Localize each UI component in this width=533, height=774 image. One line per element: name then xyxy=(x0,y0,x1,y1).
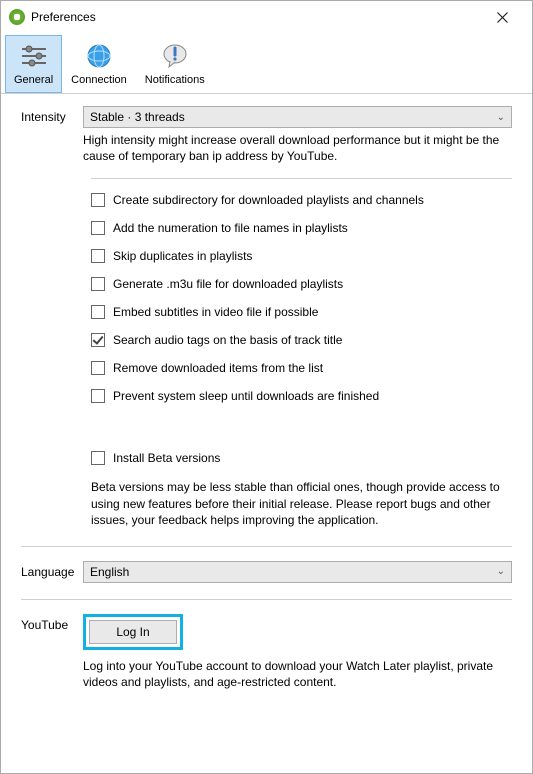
beta-description: Beta versions may be less stable than of… xyxy=(91,479,512,528)
tab-label: Connection xyxy=(71,74,127,86)
dropdown-value: English xyxy=(90,565,129,579)
youtube-description: Log into your YouTube account to downloa… xyxy=(83,658,512,690)
globe-icon xyxy=(83,40,115,72)
check-embed-subtitles[interactable]: Embed subtitles in video file if possibl… xyxy=(91,305,512,319)
checkbox-icon xyxy=(91,389,105,403)
chevron-down-icon: ⌄ xyxy=(497,112,505,123)
check-label: Install Beta versions xyxy=(113,451,220,465)
intensity-label: Intensity xyxy=(21,106,83,124)
chevron-down-icon: ⌄ xyxy=(497,566,505,577)
check-label: Generate .m3u file for downloaded playli… xyxy=(113,277,343,291)
check-label: Embed subtitles in video file if possibl… xyxy=(113,305,318,319)
checkbox-icon xyxy=(91,221,105,235)
checkbox-icon xyxy=(91,249,105,263)
divider xyxy=(91,178,512,179)
check-label: Remove downloaded items from the list xyxy=(113,361,323,375)
checkbox-icon xyxy=(91,451,105,465)
close-icon xyxy=(497,12,508,23)
titlebar: Preferences xyxy=(1,1,532,31)
window-title: Preferences xyxy=(31,10,96,24)
tab-label: Notifications xyxy=(145,74,205,86)
checkbox-icon xyxy=(91,305,105,319)
checkbox-icon xyxy=(91,277,105,291)
check-skip-duplicates[interactable]: Skip duplicates in playlists xyxy=(91,249,512,263)
tab-notifications[interactable]: Notifications xyxy=(136,35,214,93)
tab-connection[interactable]: Connection xyxy=(62,35,136,93)
check-m3u[interactable]: Generate .m3u file for downloaded playli… xyxy=(91,277,512,291)
check-label: Prevent system sleep until downloads are… xyxy=(113,389,379,403)
check-remove-downloaded[interactable]: Remove downloaded items from the list xyxy=(91,361,512,375)
sliders-icon xyxy=(18,40,50,72)
app-icon xyxy=(9,9,25,25)
content-panel: Intensity Stable · 3 threads ⌄ High inte… xyxy=(1,106,532,690)
checkbox-icon xyxy=(91,193,105,207)
language-dropdown[interactable]: English ⌄ xyxy=(83,561,512,583)
check-label: Skip duplicates in playlists xyxy=(113,249,252,263)
toolbar: General Connection Notifications xyxy=(1,31,532,94)
tab-general[interactable]: General xyxy=(5,35,62,93)
check-prevent-sleep[interactable]: Prevent system sleep until downloads are… xyxy=(91,389,512,403)
checkbox-icon xyxy=(91,361,105,375)
check-beta[interactable]: Install Beta versions xyxy=(91,451,512,465)
check-label: Add the numeration to file names in play… xyxy=(113,221,348,235)
youtube-label: YouTube xyxy=(21,614,83,632)
divider xyxy=(21,599,512,600)
intensity-dropdown[interactable]: Stable · 3 threads ⌄ xyxy=(83,106,512,128)
checkbox-checked-icon xyxy=(91,333,105,347)
options-group: Create subdirectory for downloaded playl… xyxy=(91,193,512,528)
language-label: Language xyxy=(21,561,83,579)
close-button[interactable] xyxy=(482,5,522,29)
divider xyxy=(21,546,512,547)
dropdown-value: Stable · 3 threads xyxy=(90,110,185,124)
check-label: Create subdirectory for downloaded playl… xyxy=(113,193,424,207)
login-button[interactable]: Log In xyxy=(89,620,177,644)
check-label: Search audio tags on the basis of track … xyxy=(113,333,342,347)
tab-label: General xyxy=(14,74,53,86)
check-audio-tags[interactable]: Search audio tags on the basis of track … xyxy=(91,333,512,347)
highlight-box: Log In xyxy=(83,614,183,650)
check-numeration[interactable]: Add the numeration to file names in play… xyxy=(91,221,512,235)
check-subdirectory[interactable]: Create subdirectory for downloaded playl… xyxy=(91,193,512,207)
bubble-exclaim-icon xyxy=(159,40,191,72)
intensity-description: High intensity might increase overall do… xyxy=(83,132,512,164)
